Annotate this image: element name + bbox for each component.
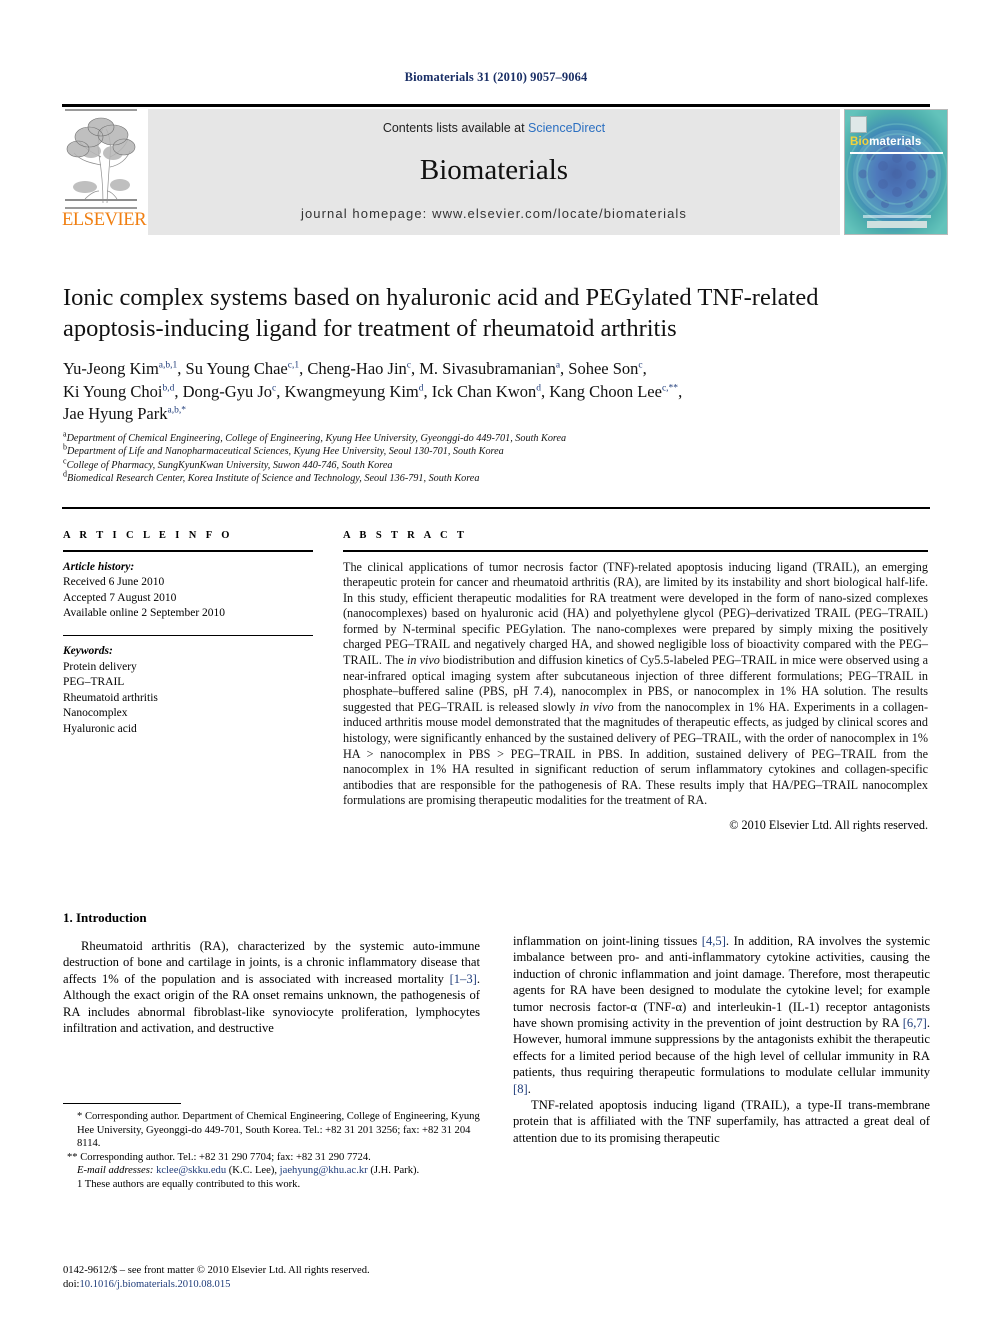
email-name-2: (J.H. Park).	[367, 1165, 420, 1177]
abstract-column: A B S T R A C T The clinical application…	[343, 530, 928, 833]
journal-band: Contents lists available at ScienceDirec…	[148, 109, 840, 235]
affiliation-item: cCollege of Pharmacy, SungKyunKwan Unive…	[63, 457, 923, 472]
page-title: Ionic complex systems based on hyaluroni…	[63, 284, 819, 342]
abstract-text: The clinical applications of tumor necro…	[343, 560, 928, 810]
email-link-1[interactable]: kclee@skku.edu	[156, 1165, 226, 1176]
doi-label: doi:	[63, 1278, 80, 1290]
affiliation-text: Department of Chemical Engineering, Coll…	[66, 433, 567, 444]
cover-divider	[850, 152, 943, 154]
footnote-rule	[63, 1103, 181, 1105]
paragraph: Rheumatoid arthritis (RA), characterized…	[63, 938, 480, 1036]
abstract-underline	[343, 550, 928, 552]
keywords-rule	[63, 634, 313, 636]
article-info-underline	[63, 550, 313, 552]
abstract-part-3: from the nanocomplex in 1% HA. Experimen…	[343, 699, 929, 808]
journal-homepage-link[interactable]: journal homepage: www.elsevier.com/locat…	[148, 206, 840, 221]
article-history-accepted: Accepted 7 August 2010	[63, 591, 177, 604]
introduction-left-column: Rheumatoid arthritis (RA), characterized…	[63, 938, 480, 1036]
keyword-item: Hyaluronic acid	[63, 722, 137, 735]
footnote-corresponding-2: ** Corresponding author. Tel.: +82 31 29…	[67, 1151, 371, 1163]
article-history-online: Available online 2 September 2010	[63, 607, 226, 619]
author-line-3: Jae Hyung Parka,b,*	[63, 404, 186, 423]
doi-link[interactable]: 10.1016/j.biomaterials.2010.08.015	[79, 1279, 230, 1290]
elsevier-wordmark: ELSEVIER	[62, 210, 147, 230]
keyword-item: Nanocomplex	[63, 707, 128, 719]
article-history-label: Article history:	[63, 560, 135, 573]
article-info-heading: A R T I C L E I N F O	[63, 530, 233, 541]
article-info-column: A R T I C L E I N F O Article history: R…	[63, 530, 313, 737]
intro-right-text-1: inflammation on joint-lining tissues	[513, 934, 702, 948]
article-history-received: Received 6 June 2010	[63, 576, 165, 588]
email-link-2[interactable]: jaehyung@khu.ac.kr	[280, 1165, 368, 1176]
intro-right-text-4: .	[527, 1081, 531, 1096]
footnote-emails: E-mail addresses: kclee@skku.edu (K.C. L…	[63, 1164, 483, 1178]
footnote-equal-contribution: 1 These authors are equally contributed …	[77, 1178, 301, 1190]
intro-right-text-2: . In addition, RA involves the systemic …	[513, 934, 930, 1031]
abstract-copyright: © 2010 Elsevier Ltd. All rights reserved…	[729, 818, 928, 832]
issn-copyright-line: 0142-9612/$ – see front matter © 2010 El…	[63, 1265, 370, 1276]
email-label: E-mail addresses:	[77, 1165, 154, 1177]
affiliation-item: bDepartment of Life and Nanopharmaceutic…	[63, 444, 923, 458]
abstract-italic-1: in vivo	[406, 653, 440, 668]
sciencedirect-link[interactable]: ScienceDirect	[528, 121, 605, 135]
elsevier-tree-icon	[65, 111, 137, 207]
keywords-label: Keywords:	[63, 645, 113, 657]
cover-wordmark-bio: Bio	[850, 136, 870, 148]
affiliation-text: Biomedical Research Center, Korea Instit…	[67, 473, 480, 485]
doi-line: doi:10.1016/j.biomaterials.2010.08.015	[63, 1278, 493, 1292]
cover-wordmark-materials: materials	[869, 136, 922, 148]
contents-prefix: Contents lists available at	[382, 121, 529, 135]
citation-ref[interactable]: [4,5]	[702, 934, 726, 948]
footnote-corresponding-1: * Corresponding author. Department of Ch…	[77, 1111, 480, 1150]
citation-ref[interactable]: [6,7]	[903, 1016, 927, 1030]
affiliation-item: aDepartment of Chemical Engineering, Col…	[63, 430, 923, 445]
article-page: Biomaterials 31 (2010) 9057–9064 ELSEVIE…	[0, 0, 992, 1323]
section-heading-introduction: 1. Introduction	[63, 910, 147, 925]
affiliation-item: dBiomedical Research Center, Korea Insti…	[63, 470, 923, 485]
keyword-item: PEG–TRAIL	[63, 676, 125, 688]
affiliation-list: aDepartment of Chemical Engineering, Col…	[63, 430, 923, 486]
journal-title: Biomaterials	[419, 154, 569, 186]
cover-elsevier-mark	[850, 116, 867, 133]
abstract-heading: A B S T R A C T	[343, 530, 468, 541]
journal-masthead: ELSEVIER Contents lists available at Sci…	[62, 105, 948, 235]
imprint-block: 0142-9612/$ – see front matter © 2010 El…	[63, 1264, 493, 1291]
cover-footer-block	[867, 221, 927, 228]
keyword-item: Protein delivery	[63, 660, 137, 673]
journal-cover-thumbnail[interactable]: Biomaterials	[844, 109, 948, 235]
paragraph: inflammation on joint-lining tissues [4,…	[513, 933, 930, 1097]
intro-left-text-1: Rheumatoid arthritis (RA), characterized…	[63, 939, 480, 986]
email-name-1: (K.C. Lee),	[226, 1165, 280, 1177]
running-head: Biomaterials 31 (2010) 9057–9064	[404, 70, 588, 84]
citation-ref[interactable]: [8]	[513, 1082, 528, 1096]
affiliation-text: College of Pharmacy, SungKyunKwan Univer…	[66, 459, 393, 471]
contents-available-line: Contents lists available at ScienceDirec…	[148, 121, 840, 135]
paragraph: TNF-related apoptosis inducing ligand (T…	[513, 1098, 930, 1145]
abstract-italic-2: in vivo	[579, 699, 614, 714]
abstract-part-1: The clinical applications of tumor necro…	[343, 559, 928, 668]
affiliation-text: Department of Life and Nanopharmaceutica…	[67, 446, 504, 458]
info-section-rule	[62, 507, 930, 509]
author-list: Yu-Jeong Kima,b,1, Su Young Chaec,1, Che…	[63, 358, 923, 426]
keyword-item: Rheumatoid arthritis	[63, 691, 158, 704]
cover-footer-line	[863, 215, 931, 218]
author-line-1: Yu-Jeong Kima,b,1, Su Young Chaec,1, Che…	[63, 359, 647, 378]
footnote-block: * Corresponding author. Department of Ch…	[63, 1110, 483, 1192]
citation-ref[interactable]: [1–3]	[450, 972, 477, 986]
elsevier-logo[interactable]: ELSEVIER	[62, 109, 147, 235]
author-line-2: Ki Young Choib,d, Dong-Gyu Joc, Kwangmey…	[63, 381, 683, 401]
introduction-right-column: inflammation on joint-lining tissues [4,…	[513, 933, 930, 1146]
cover-wordmark: Biomaterials	[850, 136, 921, 148]
